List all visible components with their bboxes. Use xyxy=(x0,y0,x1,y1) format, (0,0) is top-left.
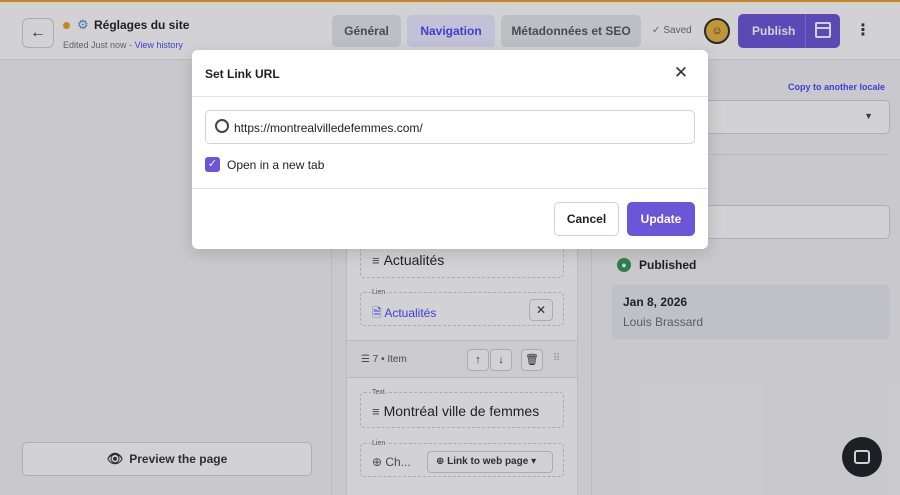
open-new-tab-label[interactable]: Open in a new tab xyxy=(227,158,324,172)
cancel-button[interactable]: Cancel xyxy=(554,202,619,236)
url-value: https://montrealvilledefemmes.com/ xyxy=(234,121,423,135)
globe-icon xyxy=(215,119,229,133)
url-input[interactable]: https://montrealvilledefemmes.com/ xyxy=(205,110,695,144)
dialog-header: Set Link URL ✕ xyxy=(192,50,708,97)
dialog-divider xyxy=(192,188,708,189)
close-icon[interactable]: ✕ xyxy=(672,63,690,83)
open-new-tab-checkbox[interactable]: ✓ xyxy=(205,157,220,172)
update-button[interactable]: Update xyxy=(627,202,695,236)
set-link-url-dialog: Set Link URL ✕ https://montrealvilledefe… xyxy=(192,50,708,249)
dialog-title: Set Link URL xyxy=(205,67,280,81)
